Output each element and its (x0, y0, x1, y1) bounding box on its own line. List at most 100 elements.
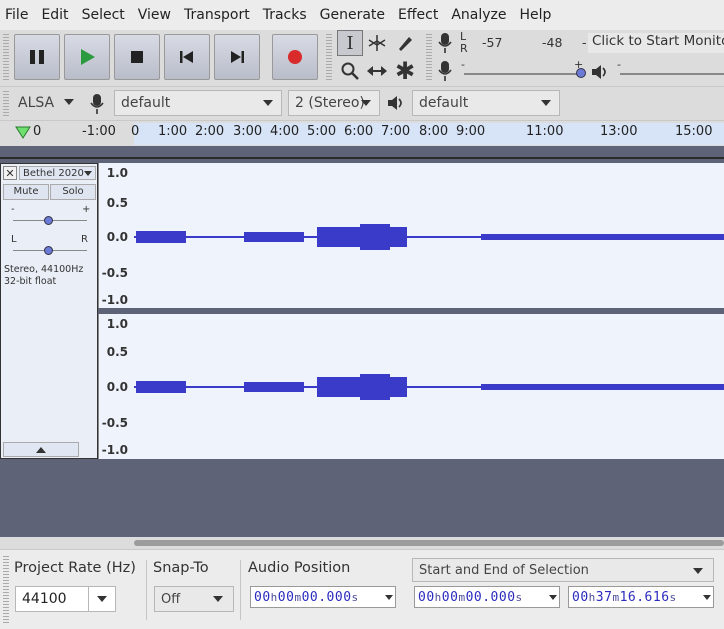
meter-tick: - (582, 35, 587, 50)
selection-tool-button[interactable]: I (337, 30, 363, 56)
slider-min-label: - (617, 58, 621, 71)
pan-slider-thumb[interactable] (44, 246, 53, 255)
meter-level-label: -57 (482, 35, 503, 50)
menu-view[interactable]: View (138, 7, 181, 23)
close-track-button[interactable]: ✕ (3, 166, 17, 180)
recording-device-value: default (121, 95, 171, 111)
playback-volume-slider[interactable] (620, 73, 724, 75)
scale-label: 1.0 (106, 166, 128, 180)
unit-label: m (458, 590, 466, 604)
recording-device-select[interactable]: default (114, 90, 282, 116)
slider-min-label: - (461, 58, 465, 71)
speaker-icon-wrap (386, 93, 406, 113)
record-meter[interactable]: -57 -48 - Click to Start Monitoring (472, 31, 724, 55)
timeline-play-head-button[interactable] (14, 125, 32, 141)
toolbar-grip[interactable] (426, 34, 432, 82)
draw-tool-button[interactable] (392, 30, 418, 56)
selection-start-field[interactable]: 00 h 00 m 00.000 s (414, 586, 560, 608)
ruler-label: 0 (33, 124, 42, 139)
timeline-ruler[interactable]: 0 -1:00 0 1:00 2:00 3:00 4:00 5:00 6:00 … (0, 120, 724, 146)
vertical-ruler-right[interactable]: 1.0 0.5 0.0 -0.5 -1.0 (98, 314, 134, 459)
waveform-channel-left[interactable] (134, 163, 724, 308)
waveform-channel-right[interactable] (134, 314, 724, 459)
recording-channels-select[interactable]: 2 (Stereo) (288, 90, 380, 116)
skip-to-start-button[interactable] (164, 34, 210, 80)
solo-button[interactable]: Solo (50, 184, 96, 200)
record-meter-button[interactable] (436, 32, 454, 54)
menu-analyze[interactable]: Analyze (451, 7, 516, 23)
selection-mode-select[interactable]: Start and End of Selection (412, 558, 714, 582)
menu-generate[interactable]: Generate (320, 7, 395, 23)
audio-position-label: Audio Position (248, 560, 351, 576)
zoom-tool-button[interactable] (337, 58, 363, 84)
ruler-label: 0 (131, 124, 140, 139)
record-button[interactable] (272, 34, 318, 80)
draw-tool-icon (399, 37, 412, 51)
toolbar-grip[interactable] (326, 34, 332, 82)
envelope-tool-icon (368, 35, 386, 51)
unit-label: m (612, 590, 620, 604)
menu-file[interactable]: File (5, 7, 38, 23)
gain-min-label: - (11, 204, 15, 215)
audio-host-select[interactable]: ALSA (12, 90, 82, 116)
toolbar-grip[interactable] (3, 34, 9, 82)
track-name-menu[interactable]: Bethel 2020 (19, 166, 96, 180)
chevron-down-icon[interactable] (703, 595, 711, 600)
menu-tracks[interactable]: Tracks (263, 7, 317, 23)
menu-edit[interactable]: Edit (41, 7, 78, 23)
multi-tool-button[interactable]: ✱ (392, 58, 418, 84)
scrollbar-thumb[interactable] (134, 540, 724, 546)
unit-label: s (669, 590, 677, 604)
stop-button[interactable] (114, 34, 160, 80)
menu-transport[interactable]: Transport (184, 7, 260, 23)
menu-effect[interactable]: Effect (398, 7, 448, 23)
time-seconds: 16.616 (619, 589, 670, 605)
skip-start-icon (180, 51, 193, 63)
time-minutes: 37 (595, 589, 613, 605)
horizontal-scrollbar[interactable] (0, 537, 724, 549)
playback-device-select[interactable]: default (412, 90, 560, 116)
menu-help[interactable]: Help (520, 7, 562, 23)
scale-label: -1.0 (101, 293, 128, 307)
gain-slider-thumb[interactable] (44, 216, 53, 225)
track-name: Bethel 2020 (23, 168, 84, 179)
recording-volume-slider[interactable] (464, 73, 582, 75)
chevron-down-icon[interactable] (549, 595, 557, 600)
separator (240, 560, 241, 620)
vertical-ruler-left[interactable]: 1.0 0.5 0.0 -0.5 -1.0 (98, 163, 134, 308)
solo-label: Solo (62, 186, 84, 197)
play-button[interactable] (64, 34, 110, 80)
recording-volume-thumb[interactable] (576, 68, 586, 78)
ruler-label: 9:00 (456, 124, 486, 139)
meter-level-label: -48 (542, 35, 563, 50)
project-rate-select[interactable]: 44100 (15, 586, 116, 612)
scale-label: 0.0 (106, 380, 128, 394)
unit-label: s (515, 590, 523, 604)
microphone-icon (90, 94, 104, 114)
scale-label: -0.5 (101, 266, 128, 280)
toolbar-grip[interactable] (3, 91, 9, 117)
snap-to-select[interactable]: Off (154, 586, 234, 612)
pause-button[interactable] (14, 34, 60, 80)
scale-label: -0.5 (101, 416, 128, 430)
time-hours: 00 (254, 589, 271, 605)
scale-label: 0.0 (106, 230, 128, 244)
microphone-icon (438, 61, 452, 81)
chevron-down-icon[interactable] (385, 595, 393, 600)
collapse-track-button[interactable] (3, 442, 79, 457)
unit-label: h (270, 590, 278, 604)
click-to-start-monitoring[interactable]: Click to Start Monitoring (588, 33, 724, 53)
audio-position-field[interactable]: 00 h 00 m 00.000 s (250, 586, 396, 608)
toolbar-grip[interactable] (3, 556, 9, 624)
close-icon: ✕ (5, 166, 15, 180)
menu-select[interactable]: Select (82, 7, 135, 23)
skip-to-end-button[interactable] (214, 34, 260, 80)
timeshift-tool-button[interactable] (364, 58, 390, 84)
mute-button[interactable]: Mute (3, 184, 49, 200)
speaker-button (590, 62, 610, 82)
time-hours: 00 (572, 589, 589, 605)
ruler-label: 15:00 (675, 124, 713, 139)
pan-left-label: L (11, 234, 17, 245)
envelope-tool-button[interactable] (364, 30, 390, 56)
selection-end-field[interactable]: 00 h 37 m 16.616 s (568, 586, 714, 608)
